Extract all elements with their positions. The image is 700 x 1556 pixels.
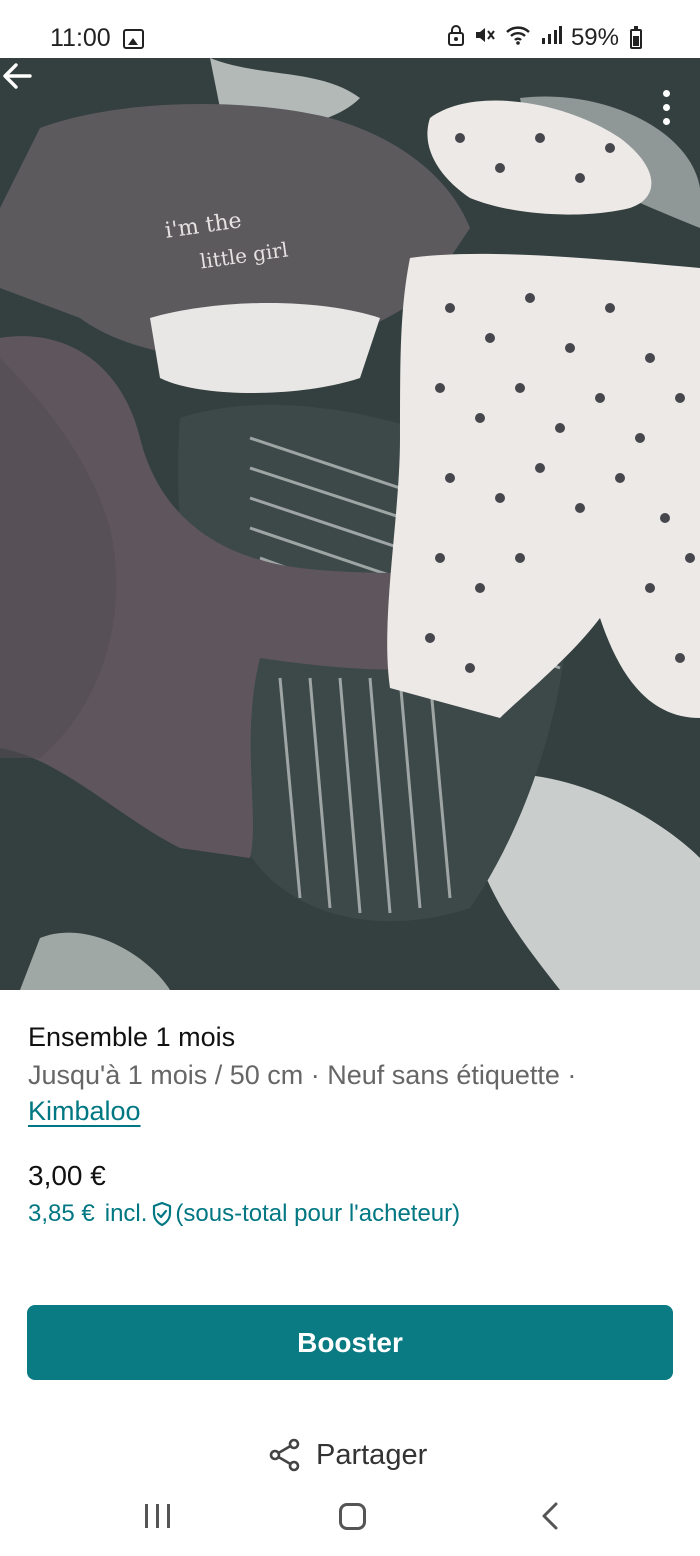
buyer-price-row[interactable]: 3,85 € incl. (sous-total pour l'acheteur… xyxy=(28,1200,460,1228)
battery-icon xyxy=(630,26,642,49)
item-price: 3,00 € xyxy=(28,1160,106,1191)
item-details: Jusqu'à 1 mois / 50 cm · Neuf sans étiqu… xyxy=(28,1060,577,1090)
photo-illustration: i'm the little girl xyxy=(0,58,700,990)
share-label: Partager xyxy=(316,1438,428,1471)
signal-icon xyxy=(540,24,562,52)
back-icon[interactable] xyxy=(540,1501,560,1531)
back-arrow-icon[interactable] xyxy=(0,58,36,94)
booster-button[interactable]: Booster xyxy=(27,1305,673,1380)
gallery-icon xyxy=(123,29,144,49)
lock-icon xyxy=(447,24,465,52)
status-bar: 11:00 59% xyxy=(0,0,700,58)
buyer-price-note: (sous-total pour l'acheteur) xyxy=(175,1200,461,1227)
status-icons: 59% xyxy=(447,24,644,52)
wifi-icon xyxy=(505,24,531,52)
brand-link[interactable]: Kimbaloo xyxy=(28,1096,141,1127)
battery-percent: 59% xyxy=(570,24,619,51)
mute-icon xyxy=(474,24,496,52)
item-title: Ensemble 1 mois xyxy=(28,1022,236,1052)
more-vert-icon[interactable] xyxy=(660,88,672,128)
share-button[interactable]: Partager xyxy=(268,1438,427,1472)
system-nav-bar xyxy=(0,1486,700,1556)
buyer-price: 3,85 € xyxy=(28,1200,95,1227)
shield-check-icon xyxy=(153,1201,172,1227)
recents-icon[interactable] xyxy=(145,1504,171,1528)
home-icon[interactable] xyxy=(339,1503,366,1530)
product-photo[interactable]: i'm the little girl xyxy=(0,58,700,990)
status-time: 11:00 xyxy=(50,24,111,52)
buyer-price-incl: incl. xyxy=(104,1200,148,1227)
share-icon xyxy=(269,1438,300,1472)
